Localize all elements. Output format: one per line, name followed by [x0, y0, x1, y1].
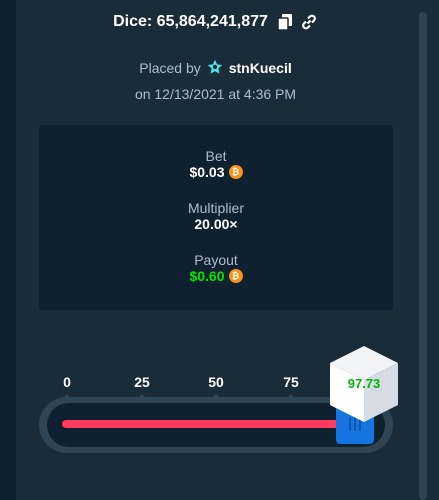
bet-label: Bet	[205, 148, 227, 164]
tick-label: 25	[134, 374, 150, 390]
placed-by: Placed by stnKuecil	[16, 58, 415, 78]
bitcoin-icon: ₿	[228, 269, 243, 283]
bitcoin-icon: ₿	[228, 165, 243, 179]
roll-result: 97.73	[347, 376, 381, 391]
tick-label: 75	[283, 374, 299, 390]
bet-stats-panel: Bet $0.03 ₿ Multiplier 20.00× Payout $0.…	[39, 125, 393, 310]
placed-by-label: Placed by	[139, 60, 201, 76]
bet-value: $0.03	[189, 164, 225, 180]
bet-detail-modal: Dice: 65,864,241,877 Placed by stnKuecil…	[0, 0, 439, 500]
multiplier-value: 20.00×	[194, 216, 238, 232]
multiplier-stat: Multiplier 20.00×	[39, 200, 393, 234]
link-icon[interactable]	[300, 13, 318, 31]
username-link[interactable]: stnKuecil	[229, 60, 292, 76]
scrollbar-thumb[interactable]	[419, 12, 427, 500]
copy-icon[interactable]	[276, 13, 294, 31]
bet-header: Dice: 65,864,241,877	[16, 10, 415, 34]
payout-label: Payout	[194, 252, 238, 268]
bet-title: Dice: 65,864,241,877	[113, 13, 268, 30]
tick-label: 50	[208, 374, 224, 390]
tick-label: 0	[63, 374, 71, 390]
scrollbar-track[interactable]	[415, 0, 439, 500]
slider-lose-range	[62, 420, 355, 428]
payout-value: $0.60	[189, 268, 225, 284]
multiplier-label: Multiplier	[187, 200, 244, 216]
bet-date: on 12/13/2021 at 4:36 PM	[134, 86, 297, 102]
star-badge-icon	[207, 59, 223, 78]
payout-stat: Payout $0.60 ₿	[39, 252, 393, 286]
left-edge	[0, 0, 16, 500]
payout-amount: $0.60 ₿	[189, 268, 243, 284]
bet-stat: Bet $0.03 ₿	[39, 148, 393, 182]
bet-amount: $0.03 ₿	[189, 164, 243, 180]
